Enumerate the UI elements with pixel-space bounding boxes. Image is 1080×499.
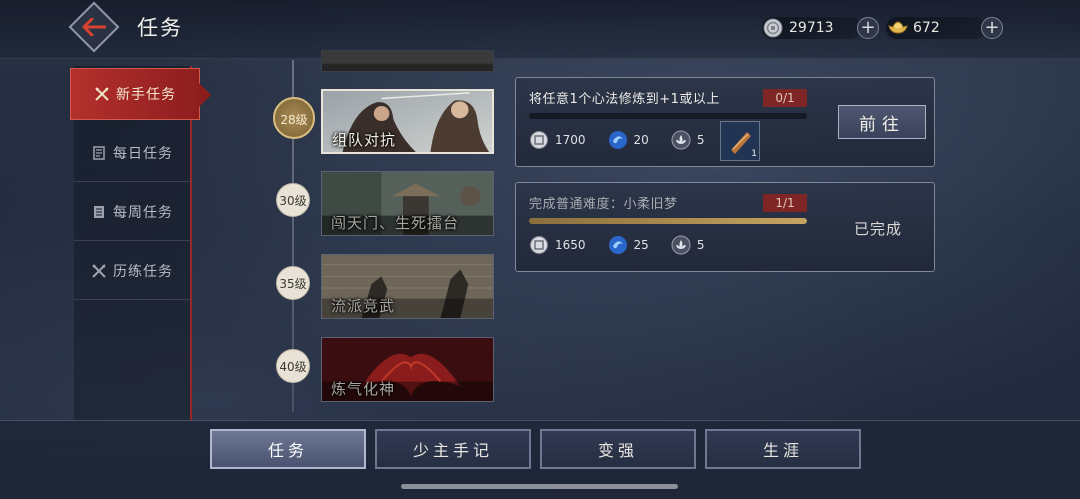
book-icon xyxy=(91,204,107,220)
coin-icon xyxy=(529,235,549,255)
stage-card-school-contest[interactable]: 流派竞武 xyxy=(321,254,494,319)
reward-coin: 1700 xyxy=(529,130,586,150)
silver-coin-icon xyxy=(763,18,783,38)
task-progress-bar xyxy=(529,218,807,224)
task-progress-bar xyxy=(529,113,807,119)
reward-spirit: 20 xyxy=(608,130,649,150)
level-badge-35: 35级 xyxy=(276,266,310,300)
stage-name: 炼气化神 xyxy=(331,380,396,398)
task-category-sidebar: 新手任务 每日任务 每周任务 历练任务 xyxy=(70,66,211,420)
lotus-icon xyxy=(671,235,691,255)
sidebar-item-label: 历练任务 xyxy=(113,264,173,280)
sidebar-item-daily-tasks[interactable]: 每日任务 xyxy=(74,125,190,182)
level-badge-30: 30级 xyxy=(276,183,310,217)
sidebar-item-label: 每周任务 xyxy=(113,205,173,221)
item-count: 1 xyxy=(751,149,757,159)
sidebar-item-training-tasks[interactable]: 历练任务 xyxy=(74,243,190,300)
tab-get-stronger[interactable]: 变强 xyxy=(540,429,696,469)
task-progress-badge: 0/1 xyxy=(763,89,807,107)
task-panel-normal-difficulty: 完成普通难度：小柔旧梦 1/1 1650 25 5 已完成 xyxy=(515,182,935,272)
task-progress-fill xyxy=(529,218,807,224)
level-badge-28: 28级 xyxy=(273,97,315,139)
stage-card-partial xyxy=(321,50,494,72)
stage-card-refine-qi[interactable]: 炼气化神 xyxy=(321,337,494,402)
reward-value: 5 xyxy=(696,238,705,252)
sidebar-item-label: 每日任务 xyxy=(113,146,173,162)
scroll-icon xyxy=(91,145,107,161)
stage-name: 闯天门、生死擂台 xyxy=(331,214,460,232)
reward-lotus: 5 xyxy=(671,235,705,255)
gold-ingot-icon xyxy=(887,18,908,38)
tab-tasks[interactable]: 任务 xyxy=(210,429,366,469)
go-button[interactable]: 前往 xyxy=(838,105,926,139)
home-indicator[interactable] xyxy=(401,484,678,489)
reward-value: 20 xyxy=(633,133,649,147)
task-panel-cultivate-method: 将任意1个心法修炼到+1或以上 0/1 1700 20 5 1 前往 xyxy=(515,77,935,167)
reward-coin: 1650 xyxy=(529,235,586,255)
silver-amount: 29713 xyxy=(789,20,834,36)
silver-currency: 29713 xyxy=(762,17,862,39)
coin-icon xyxy=(529,130,549,150)
reward-item-slot[interactable]: 1 xyxy=(720,121,760,161)
reward-value: 1650 xyxy=(555,238,586,252)
stage-card-team-battle[interactable]: 组队对抗 xyxy=(321,89,494,154)
stage-name: 组队对抗 xyxy=(332,131,397,149)
task-rewards: 1650 25 5 xyxy=(529,233,726,257)
sidebar-item-weekly-tasks[interactable]: 每周任务 xyxy=(74,184,190,241)
task-rewards: 1700 20 5 xyxy=(529,128,726,152)
task-progress-badge: 1/1 xyxy=(763,194,807,212)
back-arrow-icon[interactable] xyxy=(78,10,110,44)
add-silver-button[interactable]: + xyxy=(857,17,879,39)
top-bar: 任务 29713 + 672 + xyxy=(0,0,1080,59)
reward-value: 25 xyxy=(633,238,649,252)
sidebar-item-newbie-tasks[interactable]: 新手任务 xyxy=(70,68,211,120)
tab-career[interactable]: 生涯 xyxy=(705,429,861,469)
tab-young-master-notes[interactable]: 少主手记 xyxy=(375,429,531,469)
reward-lotus: 5 xyxy=(671,130,705,150)
task-title: 将任意1个心法修炼到+1或以上 xyxy=(529,92,720,107)
task-screen: 任务 29713 + 672 + 新手任务 每日任务 每周任务 历练任务 28级… xyxy=(0,0,1080,499)
level-badge-40: 40级 xyxy=(276,349,310,383)
gold-currency: 672 xyxy=(886,17,986,39)
spirit-orb-icon xyxy=(608,235,628,255)
spirit-orb-icon xyxy=(608,130,628,150)
page-title: 任务 xyxy=(137,16,183,40)
task-completed-status: 已完成 xyxy=(854,220,903,238)
lotus-icon xyxy=(671,130,691,150)
reward-value: 5 xyxy=(696,133,705,147)
stage-card-sky-gate-arena[interactable]: 闯天门、生死擂台 xyxy=(321,171,494,236)
crossed-swords-icon xyxy=(91,263,107,279)
crossed-swords-icon xyxy=(94,86,110,102)
sidebar-item-label: 新手任务 xyxy=(116,87,176,103)
add-gold-button[interactable]: + xyxy=(981,17,1003,39)
task-title: 完成普通难度：小柔旧梦 xyxy=(529,197,678,212)
reward-value: 1700 xyxy=(555,133,586,147)
stage-name: 流派竞武 xyxy=(331,297,396,315)
reward-spirit: 25 xyxy=(608,235,649,255)
gold-amount: 672 xyxy=(913,20,940,36)
